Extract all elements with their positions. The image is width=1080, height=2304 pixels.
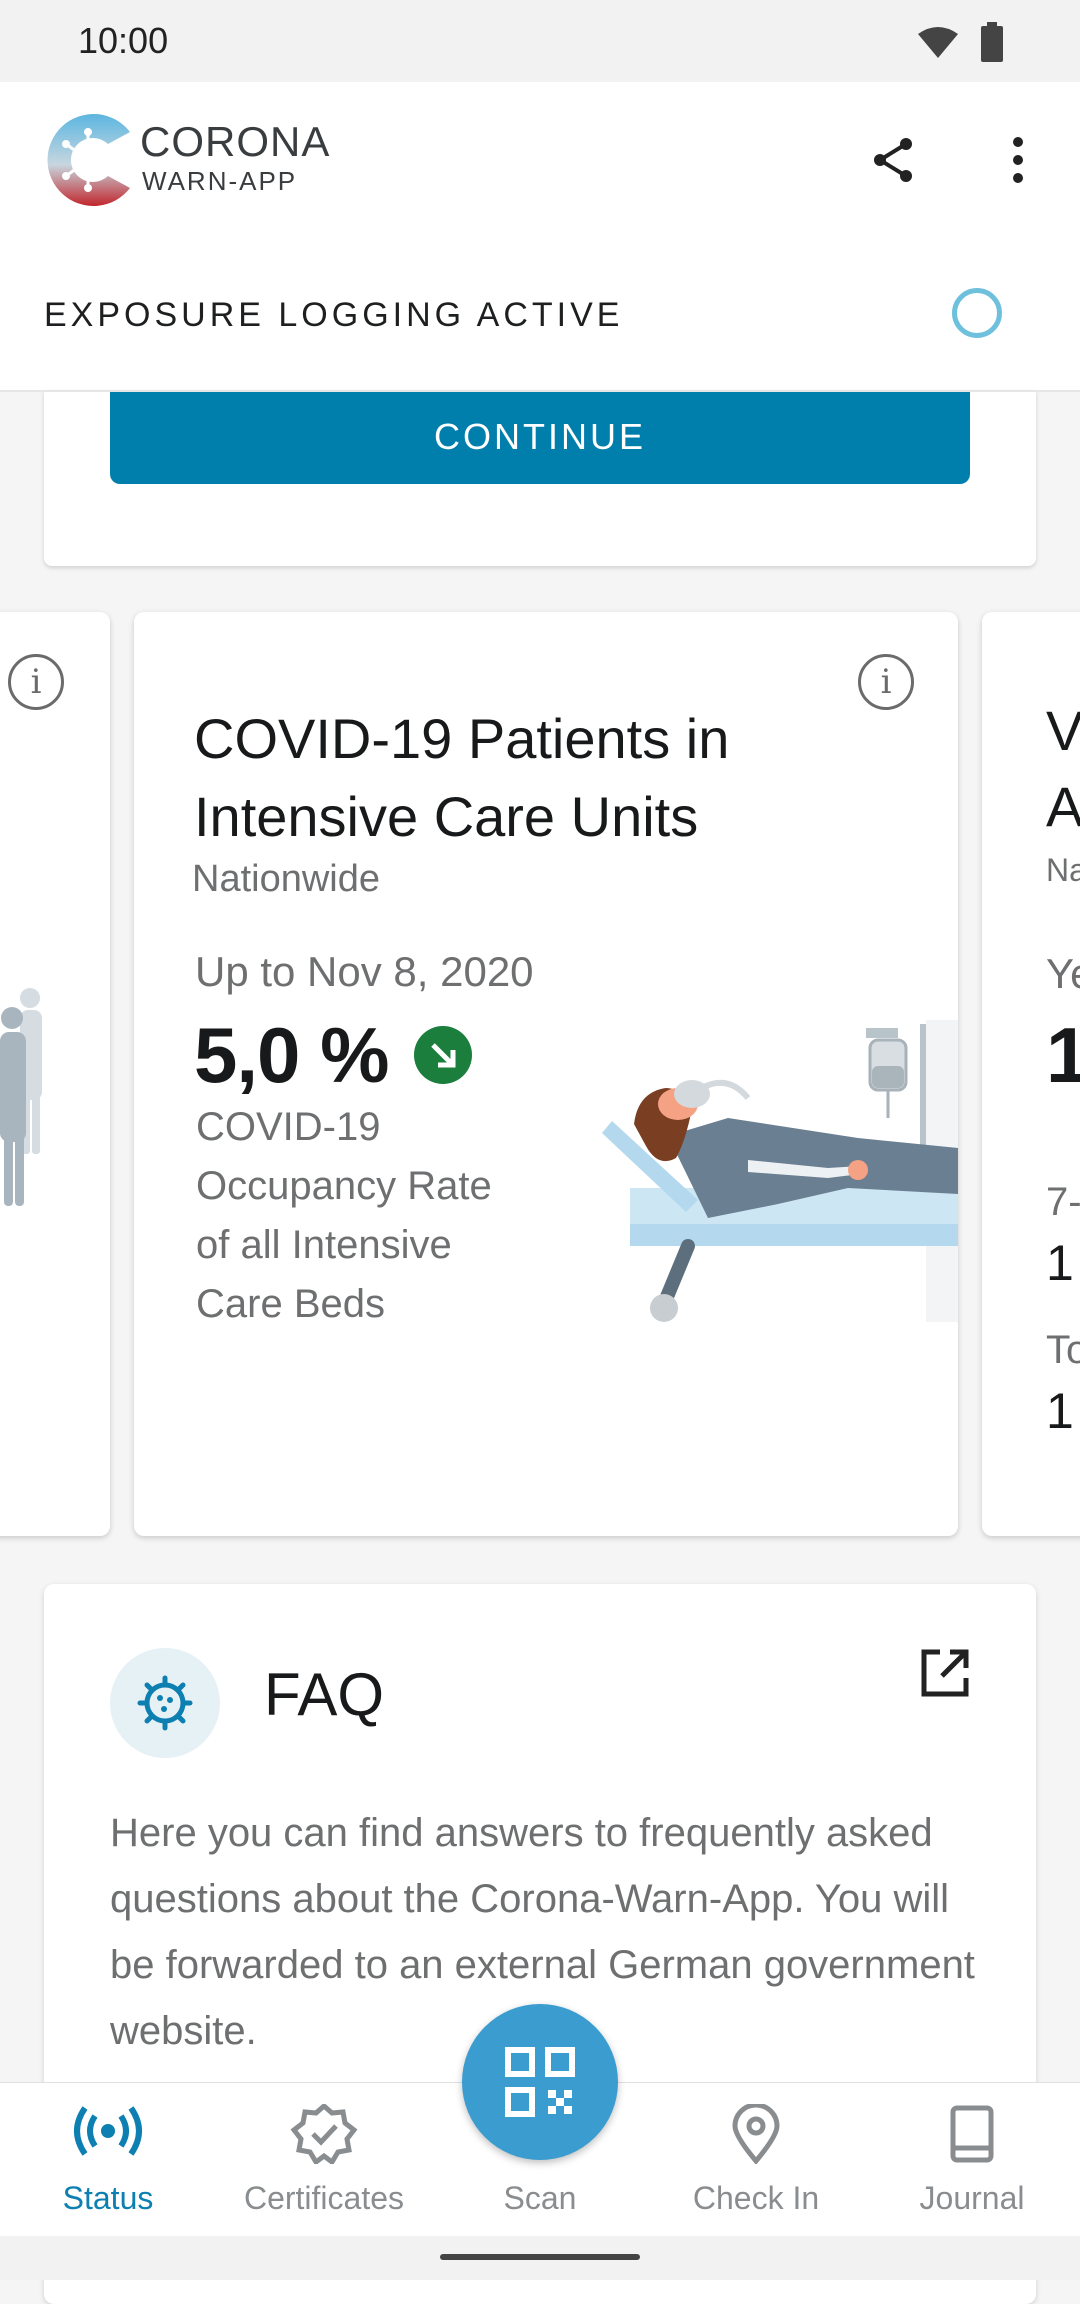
home-gesture-handle[interactable]	[440, 2254, 640, 2260]
book-icon	[950, 2105, 994, 2163]
certificate-badge-icon	[290, 2102, 358, 2166]
brand-subtitle: WARN-APP	[142, 166, 298, 196]
statistics-region: Nationwide	[192, 858, 380, 900]
icu-patient-illustration	[598, 1018, 960, 1331]
virus-icon	[110, 1648, 220, 1758]
people-illustration	[0, 984, 46, 1219]
statistics-card-next[interactable]: V A Na Ye 1 7- 1 To 1	[982, 612, 1080, 1536]
next-card-value-1: 1	[1046, 1011, 1080, 1099]
next-card-title-line1: V	[1046, 699, 1080, 762]
continue-button[interactable]: CONTINUE	[110, 390, 970, 484]
system-navigation-bar	[0, 2236, 1080, 2280]
share-icon[interactable]	[870, 136, 918, 189]
nav-certificates[interactable]	[216, 2102, 432, 2169]
header-divider	[0, 390, 1080, 392]
next-card-region: Na	[1046, 852, 1080, 888]
nav-journal-label[interactable]: Journal	[864, 2180, 1080, 2217]
status-time: 10:00	[78, 20, 169, 61]
scan-button[interactable]	[462, 2004, 618, 2160]
exposure-status-ring-icon	[952, 288, 1002, 338]
statistics-title: COVID-19 Patients in Intensive Care Unit…	[194, 707, 730, 848]
battery-icon	[980, 22, 1004, 67]
status-bar: 10:00	[0, 0, 1080, 82]
next-card-value-2: 1	[1046, 1235, 1074, 1291]
nav-status[interactable]	[0, 2104, 216, 2163]
location-pin-icon	[732, 2102, 780, 2165]
corona-warn-app-logo	[42, 110, 134, 210]
nav-status-label[interactable]: Status	[0, 2180, 216, 2217]
info-icon[interactable]: i	[858, 654, 914, 710]
nav-scan-label[interactable]: Scan	[432, 2180, 648, 2217]
nav-check-in[interactable]	[648, 2102, 864, 2169]
qr-code-icon	[505, 2047, 575, 2117]
next-card-title-line2: A	[1046, 775, 1080, 838]
wifi-icon	[916, 26, 960, 65]
statistics-value: 5,0 %	[194, 1011, 389, 1099]
radio-waves-icon	[74, 2106, 142, 2156]
nav-certificates-label[interactable]: Certificates	[216, 2180, 432, 2217]
brand-name: CORONA	[140, 118, 331, 165]
info-icon[interactable]: i	[8, 654, 64, 710]
more-options-icon[interactable]	[1006, 136, 1030, 189]
statistics-description: COVID-19 Occupancy Rate of all Intensive…	[196, 1105, 492, 1326]
faq-title: FAQ	[264, 1661, 385, 1728]
next-card-label-2: 7-	[1046, 1180, 1080, 1224]
nav-check-in-label[interactable]: Check In	[648, 2180, 864, 2217]
exposure-logging-status[interactable]: EXPOSURE LOGGING ACTIVE	[44, 296, 623, 335]
next-card-value-3: 1	[1046, 1383, 1074, 1439]
next-card-label-3: To	[1046, 1328, 1080, 1372]
trend-down-arrow-icon	[414, 1026, 472, 1084]
statistics-date: Up to Nov 8, 2020	[195, 948, 534, 995]
next-card-label-1: Ye	[1046, 950, 1080, 997]
nav-journal[interactable]	[864, 2104, 1080, 2169]
external-link-icon[interactable]	[918, 1646, 972, 1705]
